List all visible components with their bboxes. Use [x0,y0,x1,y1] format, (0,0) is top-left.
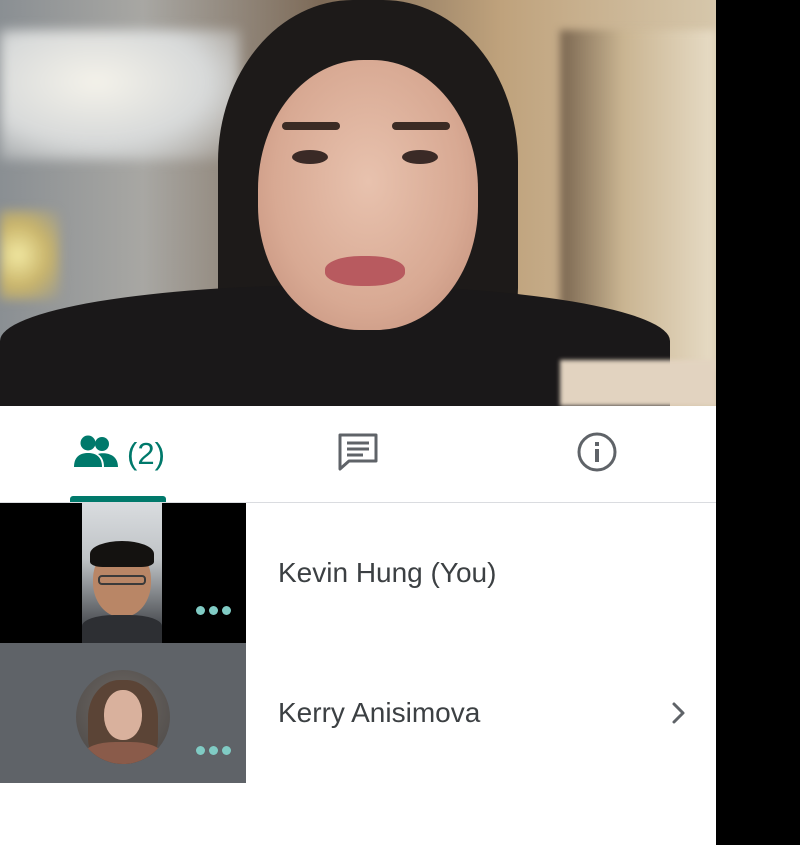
speaker-face [258,60,478,330]
speaker-brow-right [392,122,450,130]
background-window [0,30,240,160]
background-lamp [0,210,60,300]
info-icon [576,431,618,478]
participant-count: (2) [127,436,165,471]
participant-thumbnail [0,503,246,643]
people-icon [73,435,119,474]
dot [196,606,205,615]
speaker-mouth [325,256,405,286]
panel-tab-bar: (2) [0,406,716,503]
participant-thumbnail [0,643,246,783]
dot [222,606,231,615]
participant-hair [90,541,154,567]
speaker-brow-left [282,122,340,130]
more-horiz-icon[interactable] [196,606,232,618]
tab-chat[interactable] [239,406,477,502]
speaker-arm [560,360,716,406]
meeting-app: (2) Kevin Hung (You) Kerry Anisimova [0,0,716,845]
tab-people[interactable]: (2) [0,406,238,502]
main-speaker-video[interactable] [0,0,716,406]
dot [196,746,205,755]
right-black-bar [716,0,800,845]
chat-message-icon [337,432,379,477]
speaker-eye-left [292,150,328,164]
camera-feed [82,503,162,643]
participant-shirt [82,615,162,643]
avatar-face [104,690,142,740]
more-horiz-icon[interactable] [196,746,232,758]
dot [209,746,218,755]
participant-glasses [98,575,146,585]
tab-info[interactable] [478,406,716,502]
speaker-eye-right [402,150,438,164]
participant-name: Kevin Hung (You) [278,557,497,588]
active-tab-indicator [70,496,166,502]
participant-row[interactable]: Kerry Anisimova [0,643,716,783]
dot [209,606,218,615]
participant-row[interactable]: Kevin Hung (You) [0,503,716,643]
dot [222,746,231,755]
participant-name: Kerry Anisimova [278,697,481,728]
avatar-shirt [84,742,162,764]
chevron-right-icon[interactable] [664,699,692,727]
avatar [76,670,170,764]
